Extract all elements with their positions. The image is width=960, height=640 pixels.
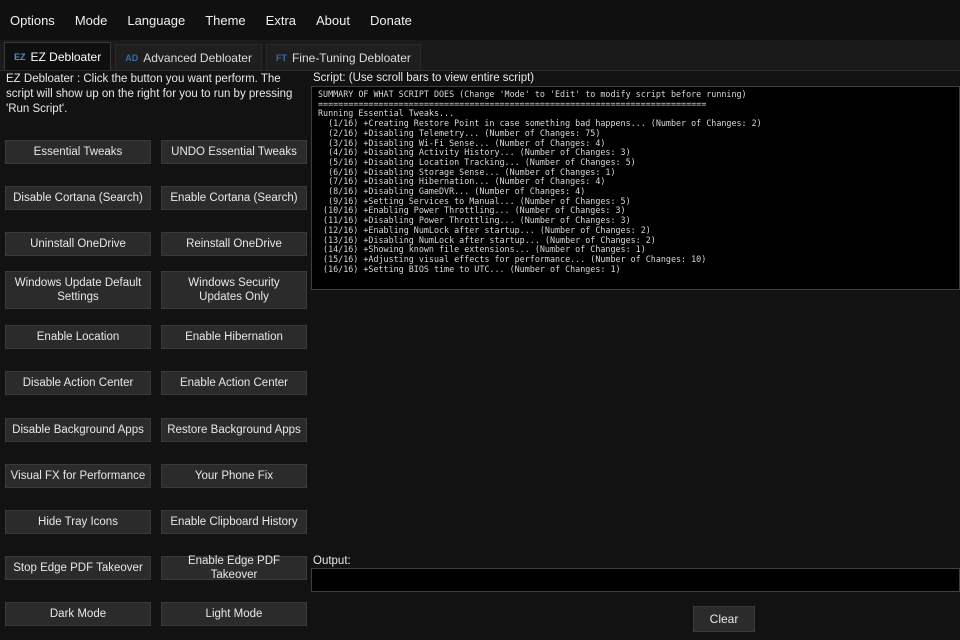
menu-about[interactable]: About [306, 13, 360, 28]
ez-badge-icon: EZ [14, 51, 26, 62]
tab-label: EZ Debloater [30, 49, 102, 64]
menu-language[interactable]: Language [117, 13, 195, 28]
script-textbox[interactable]: SUMMARY OF WHAT SCRIPT DOES (Change 'Mod… [311, 86, 960, 290]
hide-tray-icons-button[interactable]: Hide Tray Icons [5, 510, 151, 534]
enable-location-button[interactable]: Enable Location [5, 325, 151, 349]
menu-extra[interactable]: Extra [256, 13, 306, 28]
enable-edge-pdf-button[interactable]: Enable Edge PDF Takeover [161, 555, 307, 581]
disable-background-apps-button[interactable]: Disable Background Apps [5, 418, 151, 442]
enable-action-center-button[interactable]: Enable Action Center [161, 371, 307, 395]
tab-advanced-debloater[interactable]: AD Advanced Debloater [115, 44, 262, 70]
ad-badge-icon: AD [125, 52, 139, 63]
enable-cortana-button[interactable]: Enable Cortana (Search) [161, 186, 307, 210]
enable-hibernation-button[interactable]: Enable Hibernation [161, 325, 307, 349]
dark-mode-button[interactable]: Dark Mode [5, 602, 151, 626]
output-textbox[interactable] [311, 568, 960, 592]
output-label: Output: [313, 555, 351, 567]
uninstall-onedrive-button[interactable]: Uninstall OneDrive [5, 232, 151, 256]
menu-bar: Options Mode Language Theme Extra About … [0, 0, 960, 40]
script-label: Script: (Use scroll bars to view entire … [313, 72, 535, 84]
reinstall-onedrive-button[interactable]: Reinstall OneDrive [161, 232, 307, 256]
clear-button[interactable]: Clear [693, 606, 755, 632]
ft-badge-icon: FT [275, 52, 287, 63]
tab-bar: EZ EZ Debloater AD Advanced Debloater FT… [0, 40, 960, 71]
menu-donate[interactable]: Donate [360, 13, 422, 28]
tab-label: Fine-Tuning Debloater [291, 50, 411, 65]
visual-fx-button[interactable]: Visual FX for Performance [5, 464, 151, 488]
intro-text: EZ Debloater : Click the button you want… [6, 73, 293, 115]
undo-essential-tweaks-button[interactable]: UNDO Essential Tweaks [161, 140, 307, 164]
enable-clipboard-history-button[interactable]: Enable Clipboard History [161, 510, 307, 534]
windows-update-default-button[interactable]: Windows Update Default Settings [5, 271, 151, 309]
windows-security-updates-button[interactable]: Windows Security Updates Only [161, 271, 307, 309]
menu-options[interactable]: Options [0, 13, 65, 28]
stop-edge-pdf-button[interactable]: Stop Edge PDF Takeover [5, 556, 151, 580]
essential-tweaks-button[interactable]: Essential Tweaks [5, 140, 151, 164]
disable-action-center-button[interactable]: Disable Action Center [5, 371, 151, 395]
menu-theme[interactable]: Theme [195, 13, 255, 28]
tab-label: Advanced Debloater [143, 50, 252, 65]
restore-background-apps-button[interactable]: Restore Background Apps [161, 418, 307, 442]
light-mode-button[interactable]: Light Mode [161, 602, 307, 626]
disable-cortana-button[interactable]: Disable Cortana (Search) [5, 186, 151, 210]
your-phone-fix-button[interactable]: Your Phone Fix [161, 464, 307, 488]
tab-ez-debloater[interactable]: EZ EZ Debloater [4, 42, 112, 70]
script-line: (16/16) +Setting BIOS time to UTC... (Nu… [318, 263, 621, 274]
menu-mode[interactable]: Mode [65, 13, 118, 28]
tab-fine-tuning-debloater[interactable]: FT Fine-Tuning Debloater [265, 44, 421, 70]
